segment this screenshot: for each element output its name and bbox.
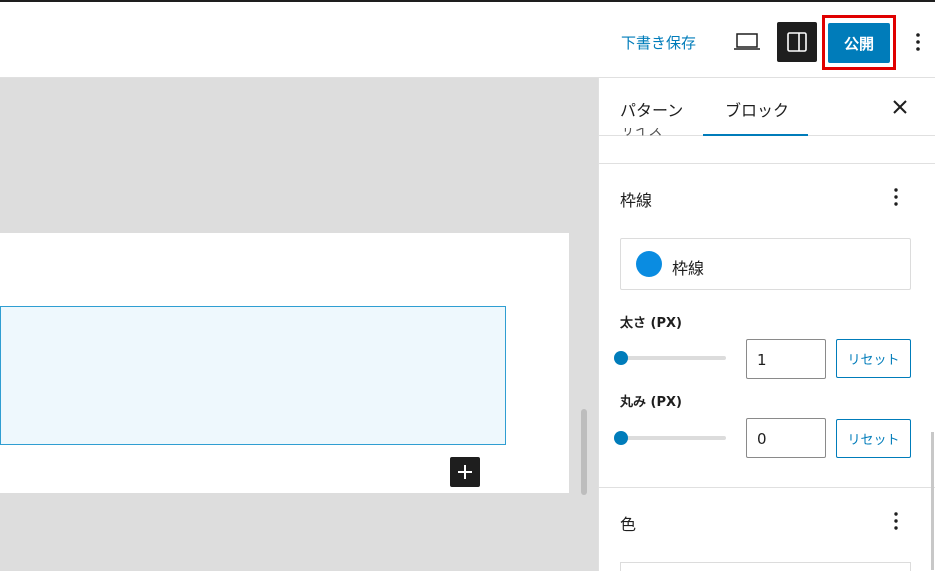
- vertical-ellipsis-icon: [894, 188, 898, 206]
- close-icon: [893, 100, 907, 114]
- publish-button[interactable]: 公開: [828, 23, 890, 63]
- border-radius-slider-handle[interactable]: [614, 431, 628, 445]
- border-color-label: 枠線: [672, 259, 705, 278]
- plus-icon: [458, 465, 472, 479]
- section-divider: [599, 487, 935, 488]
- color-picker-item[interactable]: [620, 562, 911, 571]
- options-menu-button[interactable]: [908, 29, 928, 55]
- laptop-icon: [734, 33, 760, 50]
- border-width-reset-button[interactable]: リセット: [836, 339, 911, 378]
- preview-button[interactable]: [733, 29, 761, 55]
- active-tab-indicator: [703, 134, 808, 136]
- sidebar-tabs: パターン ブロック サイズ: [599, 78, 935, 138]
- selected-group-block[interactable]: [0, 306, 506, 445]
- vertical-ellipsis-icon: [894, 512, 898, 530]
- border-radius-reset-button[interactable]: リセット: [836, 419, 911, 458]
- tab-patterns[interactable]: パターン: [620, 97, 683, 121]
- add-block-button[interactable]: [450, 457, 480, 487]
- clipped-section-heading: サイズ: [621, 128, 663, 139]
- border-options-button[interactable]: [888, 186, 904, 208]
- settings-toggle-button[interactable]: [777, 22, 817, 62]
- sidebar-panel-icon: [787, 32, 807, 52]
- editor-header: 下書き保存 公開: [0, 0, 935, 78]
- border-radius-slider[interactable]: [620, 436, 726, 440]
- section-divider: [599, 163, 935, 164]
- border-width-slider[interactable]: [620, 356, 726, 360]
- vertical-ellipsis-icon: [916, 33, 920, 51]
- sidebar-scrollbar[interactable]: [931, 432, 934, 570]
- border-radius-input[interactable]: 0: [746, 418, 826, 458]
- tab-block[interactable]: ブロック: [725, 97, 789, 121]
- border-width-label: 太さ (PX): [620, 316, 682, 331]
- color-options-button[interactable]: [888, 510, 904, 532]
- color-swatch: [636, 251, 662, 277]
- border-radius-label: 丸み (PX): [620, 395, 682, 410]
- border-section-title: 枠線: [620, 191, 653, 210]
- save-draft-button[interactable]: 下書き保存: [621, 32, 696, 53]
- canvas-scrollbar[interactable]: [581, 409, 587, 495]
- border-color-picker[interactable]: 枠線: [620, 238, 911, 290]
- color-section-title: 色: [620, 515, 637, 534]
- settings-sidebar: パターン ブロック サイズ 枠線 枠線 太さ (PX) 1 リセット 丸み (P…: [598, 78, 935, 571]
- border-width-slider-handle[interactable]: [614, 351, 628, 365]
- border-width-input[interactable]: 1: [746, 339, 826, 379]
- close-sidebar-button[interactable]: [889, 96, 911, 118]
